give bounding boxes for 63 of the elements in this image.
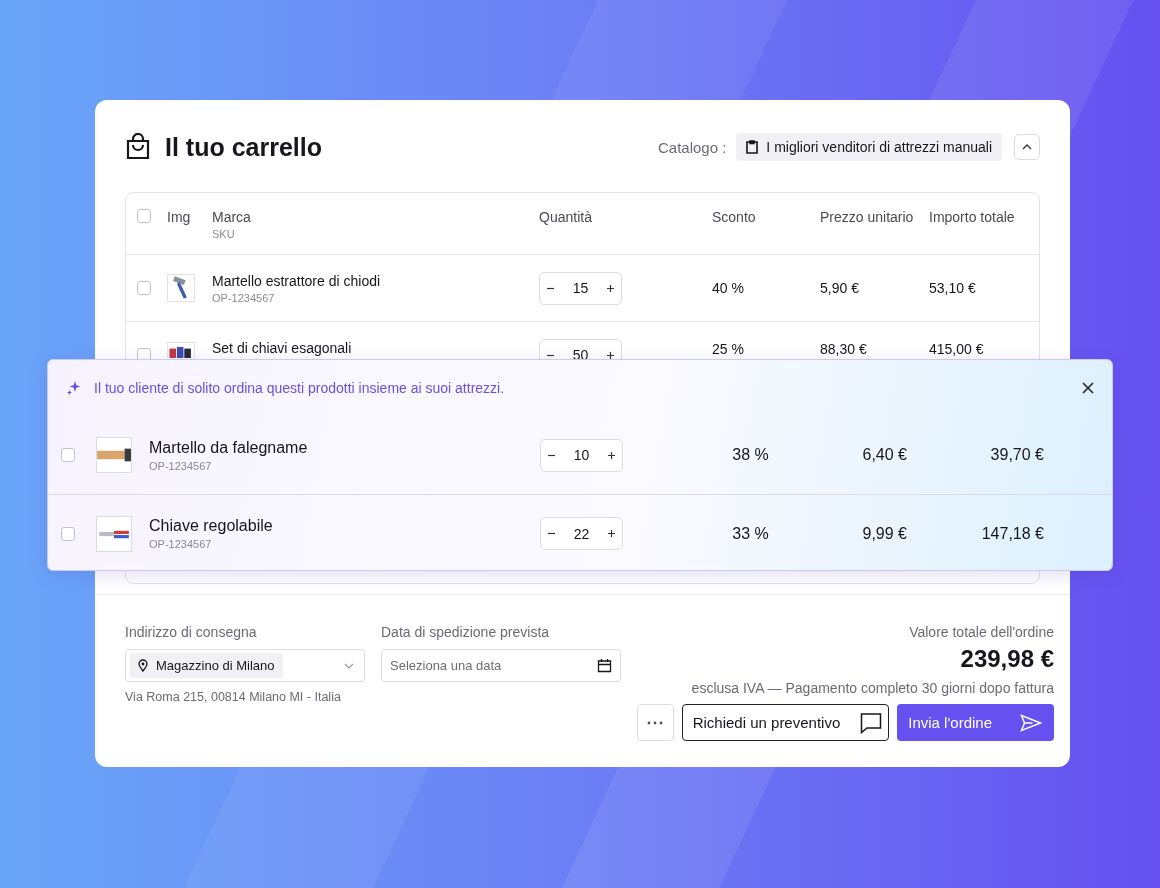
line-total: 147,18 € (980, 524, 1044, 543)
shopping-bag-icon (125, 133, 151, 161)
column-header: Marca (212, 209, 252, 225)
close-icon[interactable] (1082, 382, 1094, 394)
product-name: Set di chiavi esagonali (212, 339, 353, 356)
address-select[interactable]: Magazzino di Milano (125, 649, 365, 682)
product-sku: OP-1234567 (212, 291, 276, 304)
discount: 33 % (731, 524, 770, 543)
column-header: Importo totale (929, 209, 1016, 225)
total-label: Valore totale dell'ordine (909, 624, 1054, 640)
product-sku: OP-1234567 (149, 538, 213, 550)
product-name: Martello estrattore di chiodi (212, 272, 382, 289)
quantity-stepper[interactable]: 15 (539, 271, 622, 305)
checkbox[interactable] (137, 281, 151, 295)
product-name: Chiave regolabile (149, 517, 274, 535)
line-total: 415,00 € (929, 341, 985, 357)
calendar-icon (597, 658, 612, 673)
suggestion-message: Il tuo cliente di solito ordina questi prodotti insieme ai suoi attrezzi. (94, 380, 506, 396)
payment-note: esclusa IVA — Pagamento completo 30 giorni dopo fattura (691, 680, 1054, 696)
product-name: Martello da falegname (149, 438, 309, 457)
checkbox[interactable] (61, 526, 75, 541)
chevron-down-icon (344, 662, 354, 669)
column-header: Sconto (712, 209, 757, 225)
column-subheader: SKU (212, 228, 236, 240)
chevron-up-icon (1022, 144, 1032, 150)
catalog-selector[interactable]: I migliori venditori di attrezzi manuali (736, 133, 1002, 161)
catalog-label: Catalogo : (657, 138, 727, 156)
order-total: 239,98 € (960, 645, 1054, 673)
plus-icon[interactable] (607, 529, 616, 538)
sparkle-icon (66, 380, 82, 396)
date-field[interactable]: Seleziona una data (381, 649, 621, 682)
checkbox[interactable] (61, 448, 75, 462)
chat-icon (860, 711, 883, 734)
collapse-button[interactable] (1014, 134, 1040, 160)
send-icon (1020, 713, 1042, 732)
column-header: Prezzo unitario (820, 209, 915, 225)
line-total: 39,70 € (989, 446, 1044, 464)
line-total: 53,10 € (929, 280, 977, 296)
checkbox[interactable] (137, 209, 151, 223)
column-header: Quantità (539, 209, 593, 225)
send-order-button[interactable]: Invia l'ordine (897, 704, 1054, 741)
field-label: Indirizzo di consegna (125, 624, 258, 640)
location-pin-icon (138, 659, 148, 672)
more-icon (647, 720, 664, 725)
quantity-stepper[interactable]: 22 (540, 517, 623, 550)
unit-price: 5,90 € (820, 280, 860, 296)
quantity-stepper[interactable]: 10 (540, 438, 623, 472)
column-header: Img (167, 209, 192, 225)
plus-icon[interactable] (606, 283, 615, 293)
address-line: Via Roma 215, 00814 Milano MI - Italia (125, 690, 342, 704)
unit-price: 9,99 € (861, 524, 907, 543)
discount: 25 % (712, 341, 745, 357)
product-sku: OP-1234567 (149, 459, 213, 472)
clipboard-icon (746, 140, 759, 154)
field-label: Data di spedizione prevista (381, 624, 551, 640)
quote-button[interactable]: Richiedi un preventivo (681, 704, 890, 741)
discount: 40 % (712, 280, 745, 296)
discount: 38 % (731, 446, 770, 464)
unit-price: 6,40 € (861, 446, 907, 464)
plus-icon[interactable] (606, 350, 615, 360)
unit-price: 88,30 € (820, 341, 868, 357)
plus-icon[interactable] (607, 450, 616, 460)
cart-title: Il tuo carrello (165, 132, 322, 162)
